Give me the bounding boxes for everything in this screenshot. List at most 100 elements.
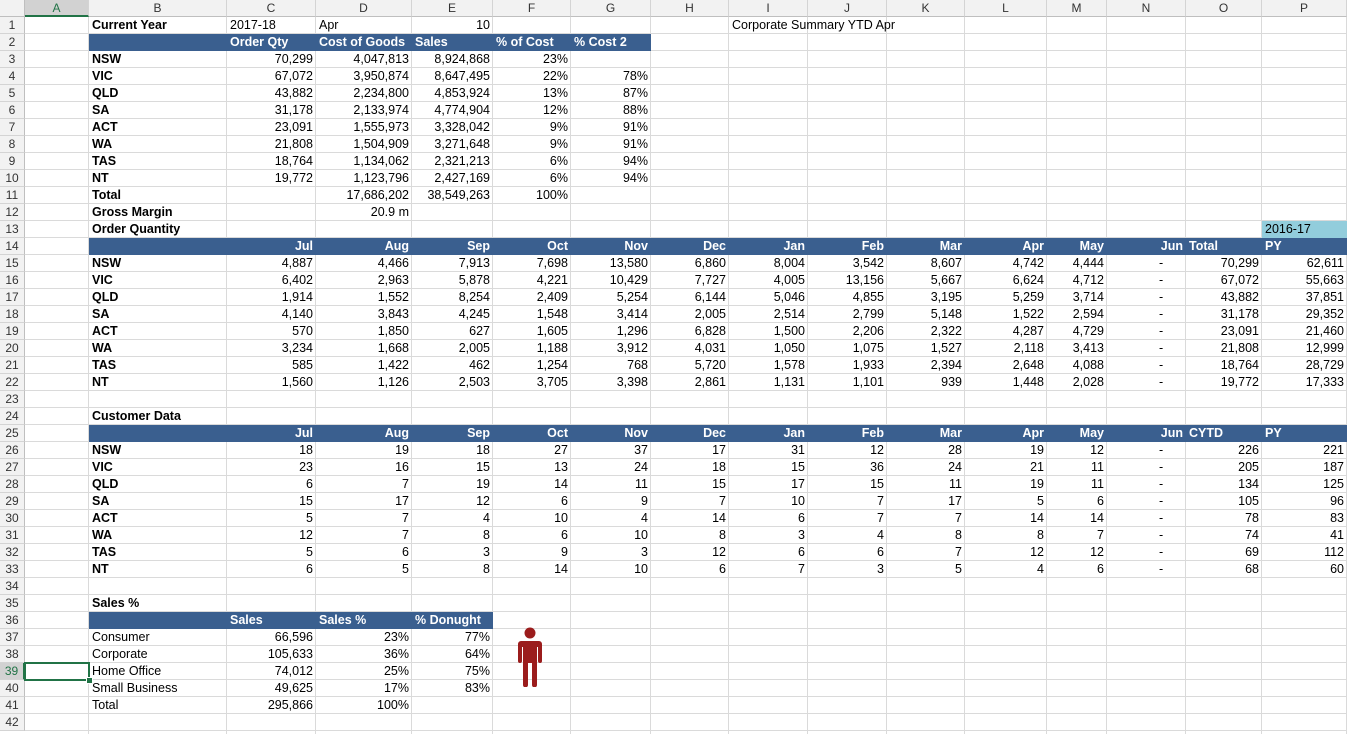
order-qty-cell[interactable]: 2,594 <box>1047 306 1107 323</box>
row-header-27[interactable]: 27 <box>0 459 25 476</box>
customer-count-cell[interactable]: 9 <box>493 544 571 561</box>
customer-count-cell[interactable]: 11 <box>1047 459 1107 476</box>
pct-cost2-cell[interactable] <box>571 51 651 68</box>
segment-donut-cell[interactable]: 77% <box>412 629 493 646</box>
order-qty-cell[interactable]: 2,648 <box>965 357 1047 374</box>
order-qty-cell[interactable]: 627 <box>412 323 493 340</box>
row-header-10[interactable]: 10 <box>0 170 25 187</box>
order-total-cell[interactable]: 43,882 <box>1186 289 1262 306</box>
customer-count-cell[interactable]: 11 <box>887 476 965 493</box>
row-header-37[interactable]: 37 <box>0 629 25 646</box>
summary-header[interactable]: % Cost 2 <box>571 34 651 51</box>
month-header[interactable]: Feb <box>808 238 887 255</box>
customer-total-cell[interactable]: 78 <box>1186 510 1262 527</box>
order-qty-cell[interactable]: 1,552 <box>316 289 412 306</box>
customer-count-cell[interactable]: 7 <box>1047 527 1107 544</box>
customer-count-cell[interactable]: 17 <box>729 476 808 493</box>
summary-header[interactable]: Order Qty <box>227 34 316 51</box>
month-header[interactable]: Sep <box>412 238 493 255</box>
month-header[interactable]: Jun <box>1107 425 1186 442</box>
customer-count-cell[interactable]: 16 <box>316 459 412 476</box>
order-qty-cell[interactable]: 3,912 <box>571 340 651 357</box>
customer-count-cell[interactable]: 15 <box>227 493 316 510</box>
month-header[interactable]: Oct <box>493 425 571 442</box>
order-qty-cell[interactable]: 1,188 <box>493 340 571 357</box>
order-qty-cell[interactable]: 3,705 <box>493 374 571 391</box>
current-year-label[interactable]: Current Year <box>89 17 227 34</box>
region-label[interactable]: WA <box>89 527 227 544</box>
customer-count-cell[interactable]: 19 <box>316 442 412 459</box>
order-qty-cell[interactable]: 5,720 <box>651 357 729 374</box>
sales-cell[interactable]: 8,924,868 <box>412 51 493 68</box>
customer-count-cell[interactable]: 13 <box>493 459 571 476</box>
order-qty-cell[interactable]: - <box>1107 306 1186 323</box>
month-header[interactable]: Jan <box>729 238 808 255</box>
customer-count-cell[interactable]: - <box>1107 493 1186 510</box>
sales-pct-header[interactable]: Sales <box>227 612 316 629</box>
segment-donut-cell[interactable]: 75% <box>412 663 493 680</box>
segment-sales-cell[interactable]: 66,596 <box>227 629 316 646</box>
month-header[interactable]: Jul <box>227 238 316 255</box>
order-qty-cell[interactable]: - <box>1107 255 1186 272</box>
customer-count-cell[interactable]: 6 <box>729 510 808 527</box>
row-header-38[interactable]: 38 <box>0 646 25 663</box>
month-header[interactable]: Dec <box>651 425 729 442</box>
customer-count-cell[interactable]: 12 <box>808 442 887 459</box>
region-label[interactable]: WA <box>89 340 227 357</box>
month-header[interactable]: Jan <box>729 425 808 442</box>
customer-count-cell[interactable]: 14 <box>493 476 571 493</box>
segment-donut-cell[interactable]: 64% <box>412 646 493 663</box>
column-header-i[interactable]: I <box>729 0 808 17</box>
order-qty-cell[interactable]: 1,126 <box>316 374 412 391</box>
order-total-cell[interactable]: 67,072 <box>1186 272 1262 289</box>
segment-label[interactable]: Consumer <box>89 629 227 646</box>
order-qty-cell[interactable]: 13,580 <box>571 255 651 272</box>
month-header[interactable]: Mar <box>887 238 965 255</box>
column-header-p[interactable]: P <box>1262 0 1347 17</box>
order-qty-cell[interactable]: 462 <box>412 357 493 374</box>
order-qty-cell[interactable]: 4,140 <box>227 306 316 323</box>
order-qty-cell[interactable]: 5,878 <box>412 272 493 289</box>
customer-count-cell[interactable]: 10 <box>493 510 571 527</box>
order-qty-cell[interactable]: 8,004 <box>729 255 808 272</box>
order-py-cell[interactable]: 17,333 <box>1262 374 1347 391</box>
customer-count-cell[interactable]: 37 <box>571 442 651 459</box>
order-qty-cell[interactable]: 1,605 <box>493 323 571 340</box>
customer-py-cell[interactable]: 187 <box>1262 459 1347 476</box>
column-header-d[interactable]: D <box>316 0 412 17</box>
month-header[interactable]: Aug <box>316 238 412 255</box>
order-qty-cell[interactable]: 3,195 <box>887 289 965 306</box>
order-qty-cell[interactable]: 4,712 <box>1047 272 1107 289</box>
order-qty-cell[interactable]: 2,005 <box>412 340 493 357</box>
order-qty-cell[interactable]: 1,500 <box>729 323 808 340</box>
customer-count-cell[interactable]: 7 <box>316 510 412 527</box>
row-header-20[interactable]: 20 <box>0 340 25 357</box>
customer-total-cell[interactable]: 134 <box>1186 476 1262 493</box>
order-qty-cell[interactable]: 6,860 <box>651 255 729 272</box>
region-label[interactable]: VIC <box>89 272 227 289</box>
customer-count-cell[interactable]: 36 <box>808 459 887 476</box>
region-label[interactable]: NT <box>89 374 227 391</box>
order-qty-cell[interactable]: - <box>1107 374 1186 391</box>
pct-cost-cell[interactable]: 13% <box>493 85 571 102</box>
order-qty-cell[interactable]: 4,245 <box>412 306 493 323</box>
order-qty-cell[interactable]: 4,887 <box>227 255 316 272</box>
pct-cost-cell[interactable]: 6% <box>493 153 571 170</box>
row-header-9[interactable]: 9 <box>0 153 25 170</box>
customer-count-cell[interactable]: 3 <box>412 544 493 561</box>
month-header[interactable]: May <box>1047 425 1107 442</box>
customer-count-cell[interactable]: 6 <box>227 476 316 493</box>
customer-count-cell[interactable]: 4 <box>571 510 651 527</box>
current-year-value[interactable]: 2017-18 <box>227 17 316 34</box>
segment-pct-cell[interactable]: 17% <box>316 680 412 697</box>
customer-count-cell[interactable]: 14 <box>1047 510 1107 527</box>
order-qty-cell[interactable]: 5,254 <box>571 289 651 306</box>
row-header-39[interactable]: 39 <box>0 663 25 680</box>
row-header-17[interactable]: 17 <box>0 289 25 306</box>
order-qty-cell[interactable]: 1,578 <box>729 357 808 374</box>
total-pct-cell[interactable]: 100% <box>493 187 571 204</box>
order-py-cell[interactable]: 12,999 <box>1262 340 1347 357</box>
row-header-14[interactable]: 14 <box>0 238 25 255</box>
sales-total-label[interactable]: Total <box>89 697 227 714</box>
customer-count-cell[interactable]: 17 <box>651 442 729 459</box>
